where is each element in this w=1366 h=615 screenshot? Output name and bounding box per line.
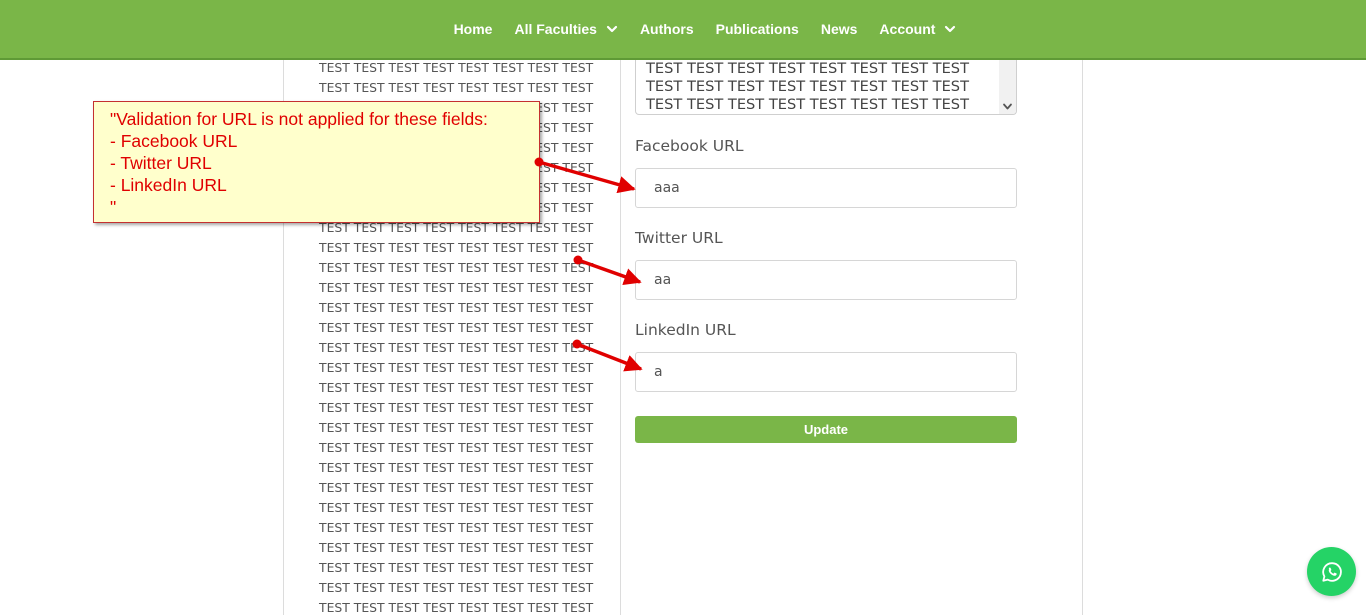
annotation-line: - Facebook URL [110,131,238,151]
annotation-line: - LinkedIn URL [110,175,227,195]
nav-news[interactable]: News [810,0,869,58]
bio-text-line: TEST TEST TEST TEST TEST TEST TEST TEST [319,80,594,95]
bio-text-line: TEST TEST TEST TEST TEST TEST TEST TEST [319,380,594,395]
annotation-callout: "Validation for URL is not applied for t… [93,101,540,223]
annotation-line: "Validation for URL is not applied for t… [110,109,488,129]
bio-text-line: TEST TEST TEST TEST TEST TEST TEST TEST [319,420,594,435]
top-navbar: Home All Faculties Authors Publications … [0,0,1366,60]
nav-publications[interactable]: Publications [705,0,810,58]
nav-publications-label: Publications [715,21,799,37]
nav-news-label: News [820,21,858,37]
bio-text-line: TEST TEST TEST TEST TEST TEST TEST TEST [319,520,594,535]
facebook-url-label: Facebook URL [635,137,744,155]
bio-text-line: TEST TEST TEST TEST TEST TEST TEST TEST [319,320,594,335]
bio-text-line: TEST TEST TEST TEST TEST TEST TEST TEST [319,460,594,475]
nav-menu: Home All Faculties Authors Publications … [443,0,968,58]
bio-text-line: TEST TEST TEST TEST TEST TEST TEST TEST [319,300,594,315]
bio-text-line: TEST TEST TEST TEST TEST TEST TEST TEST [319,480,594,495]
textarea-scrollbar[interactable] [999,60,1016,114]
linkedin-url-label: LinkedIn URL [635,321,736,339]
nav-authors[interactable]: Authors [629,0,705,58]
textarea-line: TEST TEST TEST TEST TEST TEST TEST TEST [646,60,969,77]
nav-all-faculties[interactable]: All Faculties [503,0,628,58]
chevron-down-icon [945,25,956,33]
bio-text-line: TEST TEST TEST TEST TEST TEST TEST TEST [319,340,594,355]
twitter-url-label: Twitter URL [635,229,723,247]
annotation-line: - Twitter URL [110,153,212,173]
chevron-down-icon [606,25,618,33]
linkedin-url-input[interactable]: a [635,352,1017,392]
nav-account-label: Account [879,21,936,37]
bio-text-line: TEST TEST TEST TEST TEST TEST TEST TEST [319,400,594,415]
whatsapp-icon [1321,561,1342,582]
bio-textarea[interactable]: TEST TEST TEST TEST TEST TEST TEST TEST … [635,60,1017,115]
bio-text-line: TEST TEST TEST TEST TEST TEST TEST TEST [319,360,594,375]
update-button[interactable]: Update [635,416,1017,443]
nav-authors-label: Authors [639,21,694,37]
twitter-url-input[interactable]: aa [635,260,1017,300]
textarea-line: TEST TEST TEST TEST TEST TEST TEST TEST [646,78,969,95]
nav-account[interactable]: Account [868,0,967,58]
nav-home[interactable]: Home [443,0,504,58]
nav-home-label: Home [453,21,493,37]
whatsapp-chat-button[interactable] [1307,547,1356,596]
scroll-down-arrow-icon[interactable] [1002,101,1013,112]
nav-all-faculties-label: All Faculties [514,21,597,37]
bio-text-line: TEST TEST TEST TEST TEST TEST TEST TEST [319,60,594,75]
facebook-url-input[interactable]: aaa [635,168,1017,208]
bio-text-line: TEST TEST TEST TEST TEST TEST TEST TEST [319,280,594,295]
bio-text-line: TEST TEST TEST TEST TEST TEST TEST TEST [319,440,594,455]
annotation-line: " [110,197,117,217]
bio-text-line: TEST TEST TEST TEST TEST TEST TEST TEST [319,240,594,255]
bio-text-line: TEST TEST TEST TEST TEST TEST TEST TEST [319,500,594,515]
bio-text-line: TEST TEST TEST TEST TEST TEST TEST TEST [319,580,594,595]
bio-text-line: TEST TEST TEST TEST TEST TEST TEST TEST [319,540,594,555]
bio-text-line: TEST TEST TEST TEST TEST TEST TEST TEST [319,260,594,275]
bio-textarea-content: TEST TEST TEST TEST TEST TEST TEST TEST … [646,60,969,114]
bio-text-line: TEST TEST TEST TEST TEST TEST TEST TEST [319,560,594,575]
textarea-line: TEST TEST TEST TEST TEST TEST TEST TEST [646,96,969,113]
bio-text-line: TEST TEST TEST TEST TEST TEST TEST TEST [319,600,594,615]
